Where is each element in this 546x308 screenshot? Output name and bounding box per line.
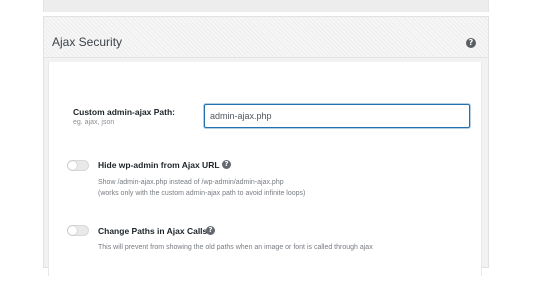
custom-path-label: Custom admin-ajax Path: xyxy=(73,107,176,117)
toggle-knob xyxy=(68,226,77,235)
help-icon[interactable]: ? xyxy=(466,38,476,48)
change-paths-ajax-toggle[interactable] xyxy=(67,225,89,236)
hide-wp-admin-desc-line1: Show /admin-ajax.php instead of /wp-admi… xyxy=(98,179,284,186)
hide-wp-admin-desc-line2: (works only with the custom admin-ajax p… xyxy=(98,190,306,197)
panel-title: Ajax Security xyxy=(52,35,123,49)
panel-header: Ajax Security ? xyxy=(44,17,488,58)
previous-panel-bottom xyxy=(43,0,489,12)
question-circle-icon[interactable]: ? xyxy=(206,226,215,235)
question-circle-icon[interactable]: ? xyxy=(222,160,231,169)
custom-admin-ajax-path-input[interactable] xyxy=(204,104,470,128)
ajax-security-panel: Ajax Security ? Custom admin-ajax Path: … xyxy=(43,16,489,276)
hide-wp-admin-title: Hide wp-admin from Ajax URL xyxy=(98,160,220,170)
hide-wp-admin-toggle[interactable] xyxy=(67,160,89,171)
toggle-knob xyxy=(68,161,77,170)
panel-body: Custom admin-ajax Path: eg. ajax, json H… xyxy=(48,62,482,276)
custom-path-hint: eg. ajax, json xyxy=(73,119,115,126)
change-paths-ajax-desc: This will prevent from showing the old p… xyxy=(98,244,373,251)
change-paths-ajax-title: Change Paths in Ajax Calls xyxy=(98,226,208,236)
